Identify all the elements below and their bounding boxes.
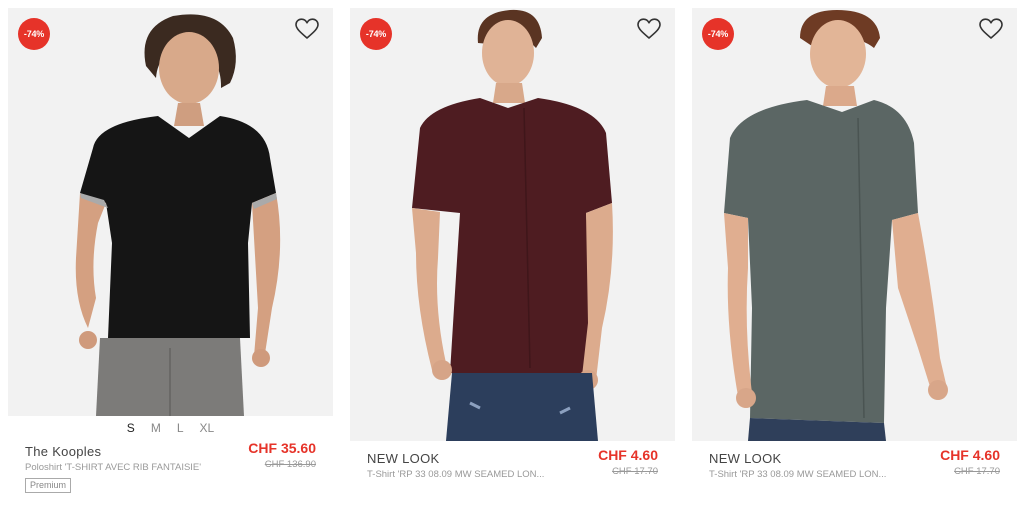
product-old-price: CHF 17.70 <box>954 466 1000 477</box>
discount-badge: -74% <box>702 18 734 50</box>
size-selector[interactable]: S M L XL <box>8 416 333 440</box>
product-old-price: CHF 17.70 <box>612 466 658 477</box>
product-info[interactable]: NEW LOOK T-Shirt 'RP 33 08.09 MW SEAMED … <box>692 447 1017 510</box>
product-card[interactable]: -74% NEW LOOK T-Shirt 'RP 33 08.09 MW SE… <box>350 8 675 510</box>
size-option[interactable]: L <box>175 421 186 435</box>
product-old-price: CHF 136.90 <box>264 459 316 470</box>
size-option[interactable]: S <box>125 421 137 435</box>
model-photo <box>724 10 948 441</box>
size-option[interactable]: M <box>149 421 163 435</box>
heart-icon[interactable] <box>979 18 1003 40</box>
product-info[interactable]: NEW LOOK T-Shirt 'RP 33 08.09 MW SEAMED … <box>350 447 675 510</box>
product-name[interactable]: Poloshirt 'T-SHIRT AVEC RIB FANTAISIE' <box>25 462 225 473</box>
product-info[interactable]: The Kooples Poloshirt 'T-SHIRT AVEC RIB … <box>8 440 333 504</box>
product-brand[interactable]: NEW LOOK <box>367 451 439 466</box>
discount-badge: -74% <box>18 18 50 50</box>
product-card[interactable]: -74% S M L XL The Kooples Poloshirt 'T-S… <box>8 8 333 504</box>
product-brand[interactable]: NEW LOOK <box>709 451 781 466</box>
model-photo <box>75 14 281 416</box>
size-option[interactable]: XL <box>198 421 217 435</box>
product-price: CHF 4.60 <box>940 447 1000 463</box>
discount-badge: -74% <box>360 18 392 50</box>
heart-icon[interactable] <box>637 18 661 40</box>
product-image[interactable]: -74% <box>692 8 1017 441</box>
premium-tag: Premium <box>25 478 72 493</box>
product-image[interactable]: -74% <box>350 8 675 441</box>
heart-icon[interactable] <box>295 18 319 40</box>
product-name[interactable]: T-Shirt 'RP 33 08.09 MW SEAMED LON... <box>709 469 909 480</box>
product-brand[interactable]: The Kooples <box>25 444 101 459</box>
product-price: CHF 35.60 <box>248 440 316 456</box>
product-price: CHF 4.60 <box>598 447 658 463</box>
product-name[interactable]: T-Shirt 'RP 33 08.09 MW SEAMED LON... <box>367 469 567 480</box>
product-image[interactable]: -74% <box>8 8 333 416</box>
model-photo <box>412 9 613 441</box>
product-card[interactable]: -74% NEW LOOK T-Shirt 'RP 33 08.09 MW SE… <box>692 8 1017 510</box>
